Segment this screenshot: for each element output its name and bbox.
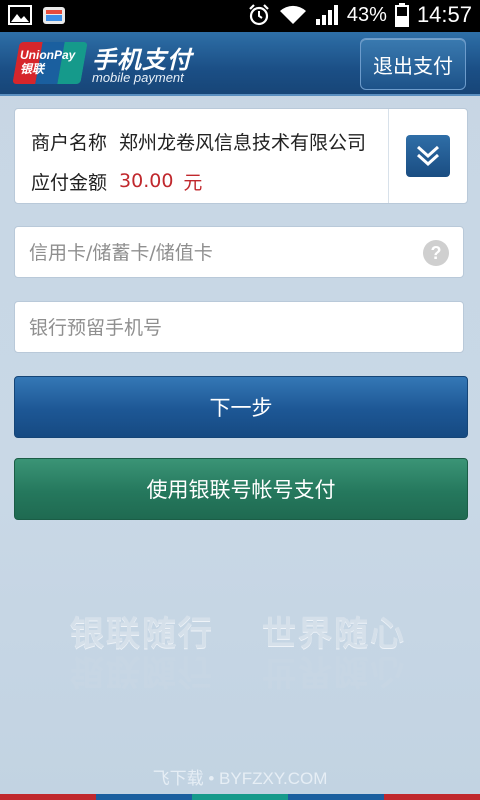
expand-details-button[interactable] <box>406 135 450 177</box>
app-subtitle: mobile payment <box>92 70 184 85</box>
alarm-icon <box>249 4 269 26</box>
card-number-input[interactable] <box>15 227 421 279</box>
slogan-right-reflection: 世界随心 <box>262 651 406 691</box>
slogan-left-reflection: 银联随行 <box>70 651 214 691</box>
merchant-info: 商户名称 郑州龙卷风信息技术有限公司 应付金额 30.00 元 <box>15 109 388 203</box>
signal-icon <box>315 5 338 25</box>
app-icon <box>43 7 65 24</box>
battery-icon <box>394 3 409 27</box>
chevron-down-icon <box>416 145 440 167</box>
image-icon <box>8 5 32 25</box>
merchant-name-row: 商户名称 郑州龙卷风信息技术有限公司 <box>31 121 388 161</box>
expand-area <box>388 109 467 203</box>
slogan-left: 银联随行 <box>70 614 214 654</box>
amount-value: 30.00 <box>119 170 174 192</box>
slogan-right: 世界随心 <box>262 614 406 654</box>
help-icon[interactable]: ? <box>423 240 449 266</box>
wifi-icon <box>279 5 306 25</box>
logo-text: UnionPay 银联 <box>20 48 76 76</box>
status-bar: 43% 14:57 <box>0 0 480 32</box>
merchant-name-label: 商户名称 <box>31 131 108 154</box>
card-number-field: ? <box>14 226 464 279</box>
merchant-name-value: 郑州龙卷风信息技术有限公司 <box>119 131 367 154</box>
amount-label: 应付金额 <box>31 171 108 194</box>
amount-unit: 元 <box>183 171 203 194</box>
next-step-button[interactable]: 下一步 <box>14 376 468 438</box>
battery-percent: 43% <box>346 3 387 26</box>
phone-input[interactable] <box>15 302 421 354</box>
bottom-color-strip <box>0 794 480 800</box>
clock: 14:57 <box>416 2 472 27</box>
app-header: UnionPay 银联 手机支付 mobile payment 退出支付 <box>0 32 480 96</box>
exit-payment-button[interactable]: 退出支付 <box>360 38 466 90</box>
amount-row: 应付金额 30.00 元 <box>31 161 388 201</box>
watermark: 飞下载 • BYFZXY.COM <box>152 769 328 788</box>
merchant-card: 商户名称 郑州龙卷风信息技术有限公司 应付金额 30.00 元 <box>14 108 468 204</box>
unionpay-account-pay-button[interactable]: 使用银联号帐号支付 <box>14 458 468 520</box>
phone-field <box>14 301 464 354</box>
